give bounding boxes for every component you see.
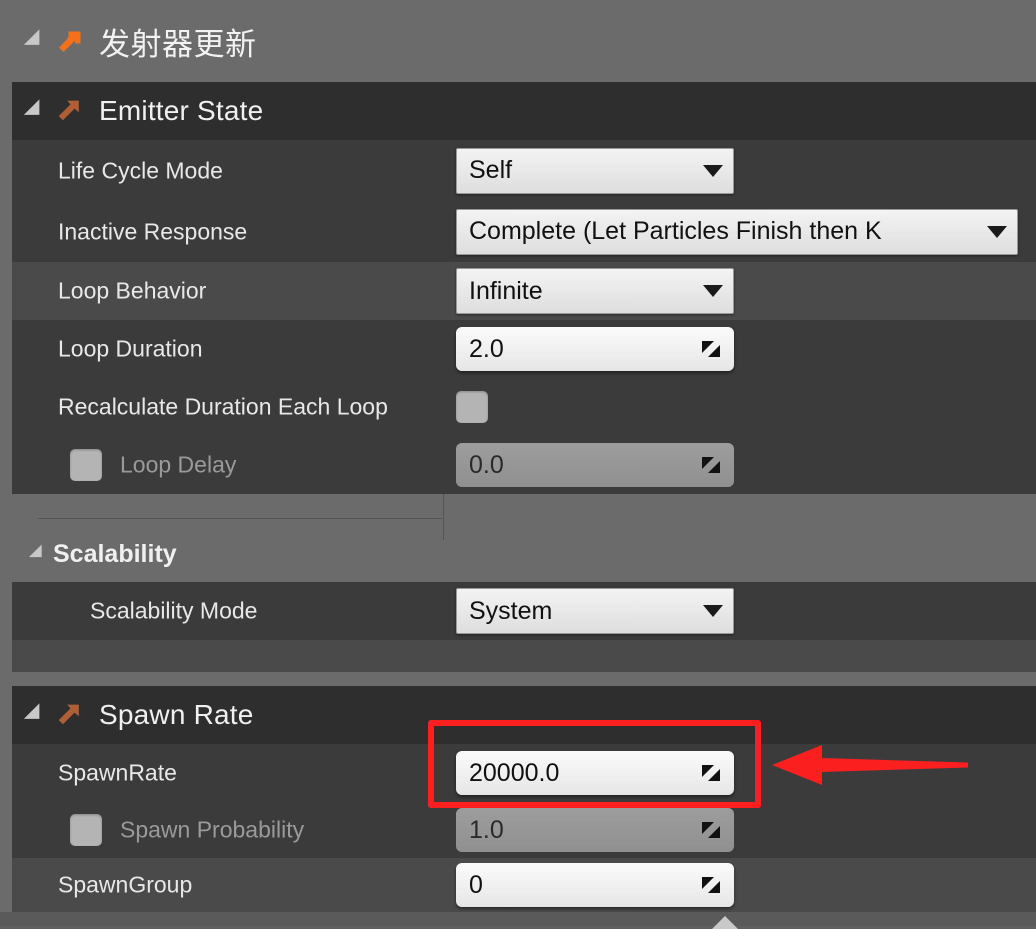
spinner-drag-icon[interactable] [700, 338, 722, 360]
inactive-response-value: Complete (Let Particles Finish then K [456, 208, 1018, 255]
life-cycle-mode-combo[interactable]: Self [456, 147, 734, 194]
section-title: Spawn Rate [99, 699, 254, 730]
property-row-inactive-response: Inactive Response Complete (Let Particle… [12, 201, 1036, 262]
niagara-module-arrow-icon [55, 700, 85, 730]
spawnrate-value-field[interactable]: 20000.0 [456, 751, 734, 795]
number-value-text: 0.0 [469, 450, 504, 479]
property-row-life-cycle-mode: Life Cycle Mode Self [12, 140, 1036, 201]
loop-delay-value: 0.0 [456, 443, 734, 487]
triangle-expanded-icon[interactable] [23, 29, 48, 53]
scalability-mode-combo[interactable]: System [456, 588, 734, 634]
loop-delay-enable-checkbox-wrap [70, 449, 102, 481]
spawngroup-input[interactable]: 0 [456, 863, 734, 907]
property-row-spawngroup: SpawnGroup 0 [12, 858, 1036, 912]
property-label: Recalculate Duration Each Loop [58, 393, 388, 420]
property-label: Loop Delay [120, 451, 237, 478]
number-value-text: 2.0 [469, 334, 504, 363]
loop-behavior-combo[interactable]: Infinite [456, 268, 734, 314]
section-header-emitter-state[interactable]: Emitter State [12, 82, 1036, 140]
panel-scroll-nub[interactable] [712, 916, 738, 929]
loop-duration-input[interactable]: 2.0 [456, 327, 734, 371]
number-value-text: 0 [469, 870, 483, 899]
spinner-drag-icon[interactable] [700, 819, 722, 841]
triangle-expanded-icon[interactable] [23, 703, 48, 727]
combo-value-text: Self [469, 156, 513, 184]
triangle-expanded-icon[interactable] [23, 99, 48, 123]
module-header-emitter-update[interactable]: 发射器更新 [0, 0, 1036, 82]
property-row-recalculate-duration-each-loop: Recalculate Duration Each Loop [12, 378, 1036, 436]
triangle-expanded-icon[interactable] [28, 544, 49, 564]
section-gap [12, 640, 1036, 672]
spinner-drag-icon[interactable] [700, 762, 722, 784]
property-row-scalability-mode: Scalability Mode System [12, 582, 1036, 640]
property-label: Inactive Response [58, 218, 248, 244]
loop-delay-input[interactable]: 0.0 [456, 443, 734, 487]
niagara-module-arrow-icon [55, 26, 85, 56]
property-label: Loop Behavior [58, 277, 207, 304]
property-label: Spawn Probability [120, 816, 305, 843]
property-label: Life Cycle Mode [58, 157, 223, 183]
number-value-text: 20000.0 [469, 758, 560, 787]
chevron-down-icon[interactable] [987, 225, 1007, 238]
spawngroup-value: 0 [456, 863, 734, 907]
spawn-probability-enable-checkbox-wrap [70, 814, 102, 846]
number-value-text: 1.0 [469, 815, 504, 844]
property-label: SpawnRate [58, 759, 177, 786]
section-title: Emitter State [99, 95, 264, 126]
spawn-probability-input[interactable]: 1.0 [456, 808, 734, 852]
chevron-down-icon[interactable] [703, 285, 723, 297]
scalability-mode-value: System [456, 588, 734, 634]
subsection-header-scalability[interactable]: Scalability [12, 530, 1036, 578]
loop-behavior-value: Infinite [456, 268, 734, 314]
combo-value-text: Complete (Let Particles Finish then K [469, 217, 882, 245]
inactive-response-combo[interactable]: Complete (Let Particles Finish then K [456, 208, 1018, 255]
subsection-title: Scalability [53, 539, 177, 568]
spawn-probability-value: 1.0 [456, 808, 734, 852]
property-row-loop-behavior: Loop Behavior Infinite [12, 262, 1036, 320]
section-header-spawn-rate[interactable]: Spawn Rate [12, 686, 1036, 744]
combo-value-text: System [469, 596, 553, 625]
recalculate-duration-checkbox[interactable] [456, 391, 488, 423]
property-row-spawnrate: SpawnRate 20000.0 [12, 744, 1036, 802]
niagara-emitter-properties-panel: 发射器更新 Emitter State Life Cycle Mode Self… [0, 0, 1036, 929]
property-label: Loop Duration [58, 335, 203, 362]
section-divider [38, 518, 442, 519]
panel-bottom-strip [0, 912, 1036, 926]
property-row-loop-duration: Loop Duration 2.0 [12, 320, 1036, 378]
spinner-drag-icon[interactable] [700, 454, 722, 476]
recalculate-duration-value [456, 391, 488, 423]
life-cycle-mode-value: Self [456, 147, 734, 194]
property-row-loop-delay: Loop Delay 0.0 [12, 436, 1036, 494]
property-row-spawn-probability: Spawn Probability 1.0 [12, 802, 1036, 858]
property-label: SpawnGroup [58, 871, 193, 898]
spawnrate-value: 20000.0 [456, 751, 734, 795]
chevron-down-icon[interactable] [703, 605, 723, 617]
spawn-probability-enable-checkbox[interactable] [70, 814, 102, 846]
combo-value-text: Infinite [469, 276, 543, 305]
property-label: Scalability Mode [90, 597, 258, 624]
loop-duration-value: 2.0 [456, 327, 734, 371]
loop-delay-enable-checkbox[interactable] [70, 449, 102, 481]
niagara-module-arrow-icon [55, 96, 85, 126]
module-header-title: 发射器更新 [99, 26, 257, 62]
chevron-down-icon[interactable] [703, 164, 723, 177]
spinner-drag-icon[interactable] [700, 874, 722, 896]
